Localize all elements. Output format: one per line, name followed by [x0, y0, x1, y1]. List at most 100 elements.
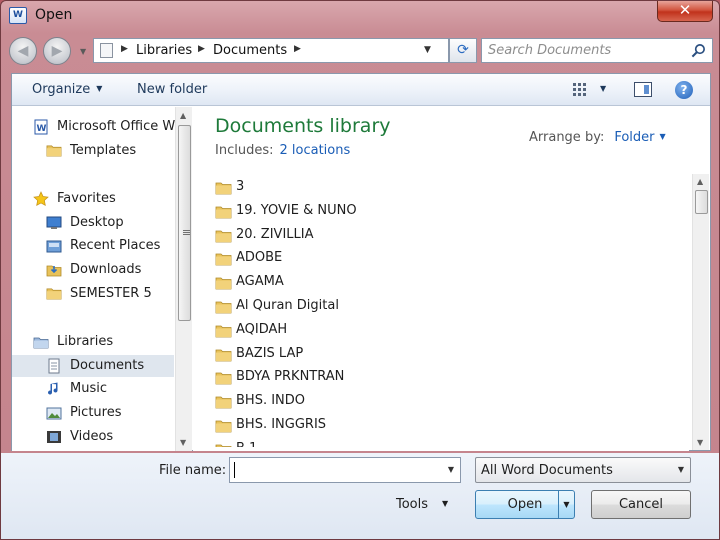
list-item[interactable]: BHS. INGGRIS: [215, 413, 675, 437]
list-item[interactable]: ADOBE: [215, 246, 675, 270]
open-button[interactable]: Open ▼: [475, 490, 575, 519]
list-item[interactable]: AQIDAH: [215, 318, 675, 342]
chevron-down-icon: ▼: [677, 465, 684, 474]
scroll-up-icon[interactable]: ▲: [697, 177, 703, 186]
breadcrumb-arrow-icon[interactable]: ▶: [121, 44, 128, 54]
search-box[interactable]: Search Documents: [481, 38, 713, 63]
back-button[interactable]: ◀: [9, 37, 37, 65]
includes-label: Includes:: [215, 143, 274, 158]
cancel-button[interactable]: Cancel: [591, 490, 691, 519]
organize-button[interactable]: Organize ▼: [32, 82, 102, 97]
folder-name: ADOBE: [236, 250, 283, 266]
arrange-by-label: Arrange by:: [529, 130, 605, 145]
address-history-dropdown-icon[interactable]: ▼: [424, 45, 431, 55]
preview-pane-icon[interactable]: [634, 82, 652, 97]
sidebar-item-favorites[interactable]: Favorites: [12, 188, 174, 210]
close-button[interactable]: ✕: [657, 1, 713, 22]
list-item[interactable]: 3: [215, 175, 675, 199]
file-view: Documents library Includes: 2 locations A…: [193, 107, 689, 451]
list-item[interactable]: AGAMA: [215, 270, 675, 294]
sidebar-item-music[interactable]: Music: [12, 378, 174, 400]
forward-button[interactable]: ▶: [43, 37, 71, 65]
breadcrumb-arrow-icon[interactable]: ▶: [198, 44, 205, 54]
music-icon: [46, 381, 62, 397]
word-app-icon: W: [9, 7, 27, 24]
sidebar-item-desktop[interactable]: Desktop: [12, 212, 174, 234]
libraries-icon: [33, 334, 49, 350]
refresh-icon: ⟳: [457, 42, 469, 58]
folder-icon: [215, 418, 232, 433]
sidebar-item-label: Microsoft Office W: [57, 119, 176, 134]
scroll-up-icon[interactable]: ▲: [180, 111, 186, 120]
sidebar-item-pictures[interactable]: Pictures: [12, 402, 174, 424]
list-item[interactable]: BDYA PRKNTRAN: [215, 365, 675, 389]
svg-text:W: W: [37, 124, 47, 134]
list-item[interactable]: Al Quran Digital: [215, 294, 675, 318]
desktop-icon: [46, 215, 62, 231]
scrollbar-thumb[interactable]: [695, 190, 708, 214]
list-item[interactable]: 19. YOVIE & NUNO: [215, 199, 675, 223]
folder-name: B.1: [236, 437, 257, 447]
views-dropdown-icon[interactable]: ▼: [600, 84, 606, 93]
breadcrumb-arrow-icon[interactable]: ▶: [294, 44, 301, 54]
sidebar-item-label: Templates: [70, 143, 137, 158]
folder-icon: [215, 347, 232, 362]
sidebar-item-label: Videos: [70, 429, 114, 444]
sidebar-item-documents[interactable]: Documents: [12, 355, 174, 377]
views-icon[interactable]: [572, 82, 588, 98]
includes-locations-link[interactable]: 2 locations: [279, 143, 350, 158]
star-icon: [33, 191, 49, 207]
file-name-label: File name:: [159, 463, 227, 478]
scroll-down-icon[interactable]: ▼: [180, 438, 186, 447]
sidebar-item-label: Libraries: [57, 334, 114, 349]
open-dialog: W Open ✕ ◀ ▶ ▼ ▶ Libraries ▶ Documents ▶…: [0, 0, 720, 540]
scrollbar-thumb[interactable]: [178, 125, 191, 321]
library-includes: Includes: 2 locations: [215, 143, 350, 158]
file-list-scrollbar[interactable]: ▲ ▼: [692, 174, 709, 450]
sidebar-item-downloads[interactable]: Downloads: [12, 259, 174, 281]
address-bar[interactable]: ▶ Libraries ▶ Documents ▶ ▼: [93, 38, 449, 63]
refresh-button[interactable]: ⟳: [449, 38, 477, 63]
downloads-icon: [46, 262, 62, 278]
file-list: 3 19. YOVIE & NUNO 20. ZIVILLIA ADOBE AGAMA A…: [215, 175, 675, 447]
chevron-down-icon: ▼: [442, 499, 449, 508]
folder-name: 19. YOVIE & NUNO: [236, 202, 357, 218]
sidebar-item-libraries[interactable]: Libraries: [12, 331, 174, 353]
folder-icon: [215, 251, 232, 266]
file-name-dropdown-icon[interactable]: ▼: [448, 465, 454, 474]
open-options-dropdown-icon[interactable]: ▼: [558, 491, 574, 518]
file-type-select[interactable]: All Word Documents ▼: [475, 457, 691, 483]
navigation-pane-scrollbar[interactable]: ▲ ▼: [175, 107, 192, 451]
folder-name: 3: [236, 179, 245, 194]
sidebar-item-templates[interactable]: Templates: [12, 140, 174, 162]
sidebar-item-label: Downloads: [70, 262, 142, 277]
scroll-down-icon[interactable]: ▼: [697, 438, 703, 447]
breadcrumb-documents[interactable]: Documents: [213, 43, 287, 58]
chevron-down-icon: ▼: [659, 132, 666, 141]
navigation-bar: ◀ ▶ ▼ ▶ Libraries ▶ Documents ▶ ▼ ⟳ Sear…: [9, 35, 713, 67]
pictures-icon: [46, 405, 62, 421]
word-icon: W: [33, 119, 49, 135]
list-item[interactable]: 20. ZIVILLIA: [215, 223, 675, 247]
recent-pages-dropdown-icon[interactable]: ▼: [80, 47, 86, 56]
sidebar-item-label: Favorites: [57, 191, 116, 206]
tools-button[interactable]: Tools ▼: [396, 497, 448, 512]
help-icon[interactable]: ?: [675, 81, 693, 99]
sidebar-item-recent-places[interactable]: Recent Places: [12, 235, 174, 257]
sidebar-item-semester-5[interactable]: SEMESTER 5: [12, 283, 174, 305]
sidebar-item-videos[interactable]: Videos: [12, 426, 174, 448]
breadcrumb-libraries[interactable]: Libraries: [136, 43, 192, 58]
search-icon[interactable]: [691, 43, 706, 58]
arrange-by-dropdown[interactable]: Folder ▼: [614, 130, 665, 145]
folder-name: BDYA PRKNTRAN: [236, 369, 345, 385]
sidebar-item-label: Recent Places: [70, 238, 161, 253]
sidebar-item-microsoft-office-w[interactable]: W Microsoft Office W: [12, 116, 176, 138]
folder-icon: [215, 299, 232, 314]
recent-places-icon: [46, 238, 62, 254]
new-folder-button[interactable]: New folder: [137, 82, 207, 97]
list-item[interactable]: BHS. INDO: [215, 389, 675, 413]
file-name-input[interactable]: ▼: [229, 457, 461, 483]
list-item[interactable]: B.1: [215, 437, 675, 447]
tools-label: Tools: [396, 497, 429, 512]
list-item[interactable]: BAZIS LAP: [215, 342, 675, 366]
